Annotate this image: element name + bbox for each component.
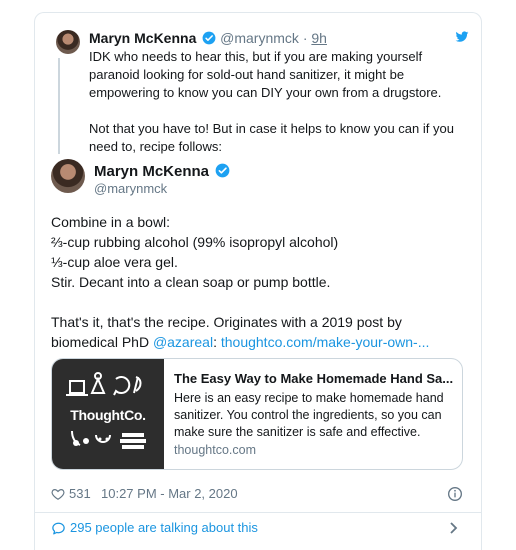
- like-count[interactable]: 531: [69, 486, 91, 501]
- author-name-row: Maryn McKenna: [94, 163, 230, 180]
- link-preview-card[interactable]: ThoughtCo. The Easy Way to Make Homemade…: [51, 358, 463, 470]
- conversation-link[interactable]: 295 people are talking about this: [51, 520, 463, 540]
- tweet-text: Combine in a bowl: ⅔-cup rubbing alcohol…: [51, 212, 471, 352]
- tweet-line-1: Combine in a bowl:: [51, 214, 171, 230]
- tweet-stats: 531 10:27 PM - Mar 2, 2020: [51, 486, 463, 506]
- quoted-author-name[interactable]: Maryn McKenna: [89, 30, 196, 46]
- author-handle[interactable]: @marynmck: [94, 181, 167, 196]
- quoted-paragraph-1: IDK who needs to hear this, but if you a…: [89, 49, 442, 100]
- divider: [34, 512, 482, 513]
- speech-bubble-icon: [52, 522, 65, 535]
- header-separator: ·: [302, 30, 308, 46]
- thoughtco-logo: ThoughtCo.: [70, 407, 146, 423]
- info-icon[interactable]: [447, 486, 463, 502]
- tweet-line-5: That's it, that's the recipe. Originates…: [51, 314, 402, 330]
- author-avatar[interactable]: [51, 159, 85, 193]
- quoted-tweet-time[interactable]: 9h: [311, 30, 327, 46]
- thread-line: [58, 58, 60, 154]
- link-preview-description: Here is an easy recipe to make homemade …: [174, 391, 444, 439]
- chevron-right-icon[interactable]: [449, 522, 459, 534]
- verified-badge-icon: [202, 31, 216, 45]
- link-preview-thumbnail: ThoughtCo.: [52, 359, 164, 469]
- twitter-bird-icon[interactable]: [455, 30, 469, 44]
- tweet-colon: :: [213, 334, 221, 350]
- tweet-line-3: ⅓-cup aloe vera gel.: [51, 254, 178, 270]
- tweet-line-6-prefix: biomedical PhD: [51, 334, 153, 350]
- mention-link[interactable]: @azareal: [153, 334, 213, 350]
- tweet-line-2: ⅔-cup rubbing alcohol (99% isopropyl alc…: [51, 234, 339, 250]
- link-preview-domain: thoughtco.com: [174, 443, 256, 457]
- link-preview-title[interactable]: The Easy Way to Make Homemade Hand Sa...: [174, 371, 456, 386]
- author-name[interactable]: Maryn McKenna: [94, 163, 209, 180]
- tweet-line-6: biomedical PhD @azareal: thoughtco.com/m…: [51, 332, 471, 352]
- quoted-author-avatar[interactable]: [56, 30, 80, 54]
- quoted-paragraph-2: Not that you have to! But in case it hel…: [89, 121, 454, 154]
- tweet-timestamp[interactable]: 10:27 PM - Mar 2, 2020: [101, 486, 238, 501]
- verified-badge-icon: [215, 163, 230, 178]
- conversation-label[interactable]: 295 people are talking about this: [70, 520, 258, 535]
- quoted-tweet-text: IDK who needs to hear this, but if you a…: [89, 48, 459, 174]
- heart-icon[interactable]: [51, 487, 65, 501]
- quoted-author-handle[interactable]: @marynmck: [220, 30, 299, 46]
- tweet-line-4: Stir. Decant into a clean soap or pump b…: [51, 274, 331, 290]
- url-link[interactable]: thoughtco.com/make-your-own-...: [221, 334, 430, 350]
- quoted-tweet-header: Maryn McKenna @marynmck · 9h: [89, 30, 327, 46]
